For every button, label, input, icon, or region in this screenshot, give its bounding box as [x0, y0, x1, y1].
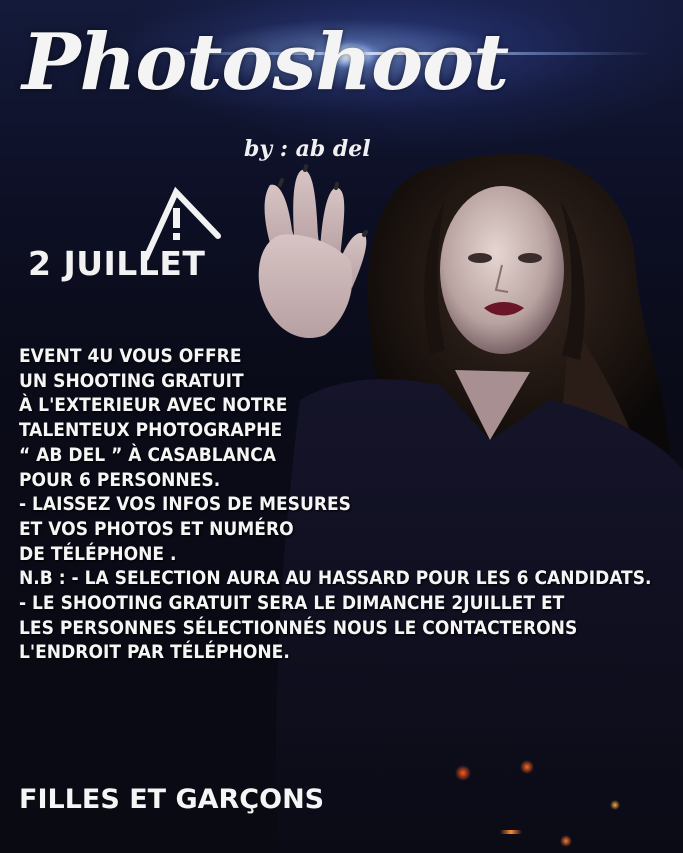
description-line: - LE SHOOTING GRATUIT SERA LE DIMANCHE 2… [19, 592, 565, 615]
bokeh-light [560, 835, 572, 847]
description-line: L'ENDROIT PAR TÉLÉPHONE. [19, 641, 290, 664]
bokeh-light [520, 760, 534, 774]
event-description: EVENT 4U VOUS OFFRE UN SHOOTING GRATUIT … [19, 344, 679, 665]
photoshoot-poster: Photoshoot by : ab del 2 JUILLET EVENT 4… [0, 0, 683, 853]
description-line: ET VOS PHOTOS ET NUMÉRO [19, 517, 294, 540]
photoshoot-logo: Photoshoot [22, 17, 509, 108]
description-line: TALENTEUX PHOTOGRAPHE [19, 419, 283, 442]
description-line: - LAISSEZ VOS INFOS DE MESURES [19, 493, 351, 516]
description-line: LES PERSONNES SÉLECTIONNÉS NOUS LE CONTA… [19, 616, 578, 639]
description-line: À L'EXTERIEUR AVEC NOTRE [19, 394, 288, 417]
description-line: “ AB DEL ” À CASABLANCA [19, 443, 276, 466]
event-date: 2 JUILLET [28, 244, 206, 283]
bokeh-light [610, 800, 620, 810]
bokeh-light [455, 765, 471, 781]
description-line: POUR 6 PERSONNES. [19, 468, 221, 491]
description-line: N.B : - LA SELECTION AURA AU HASSARD POU… [19, 567, 652, 590]
audience-footer: FILLES ET GARÇONS [19, 784, 325, 815]
description-line: DE TÉLÉPHONE . [19, 542, 177, 565]
description-line: EVENT 4U VOUS OFFRE [19, 345, 242, 367]
byline: by : ab del [244, 136, 371, 162]
bokeh-light [500, 830, 522, 834]
description-line: UN SHOOTING GRATUIT [19, 369, 244, 392]
